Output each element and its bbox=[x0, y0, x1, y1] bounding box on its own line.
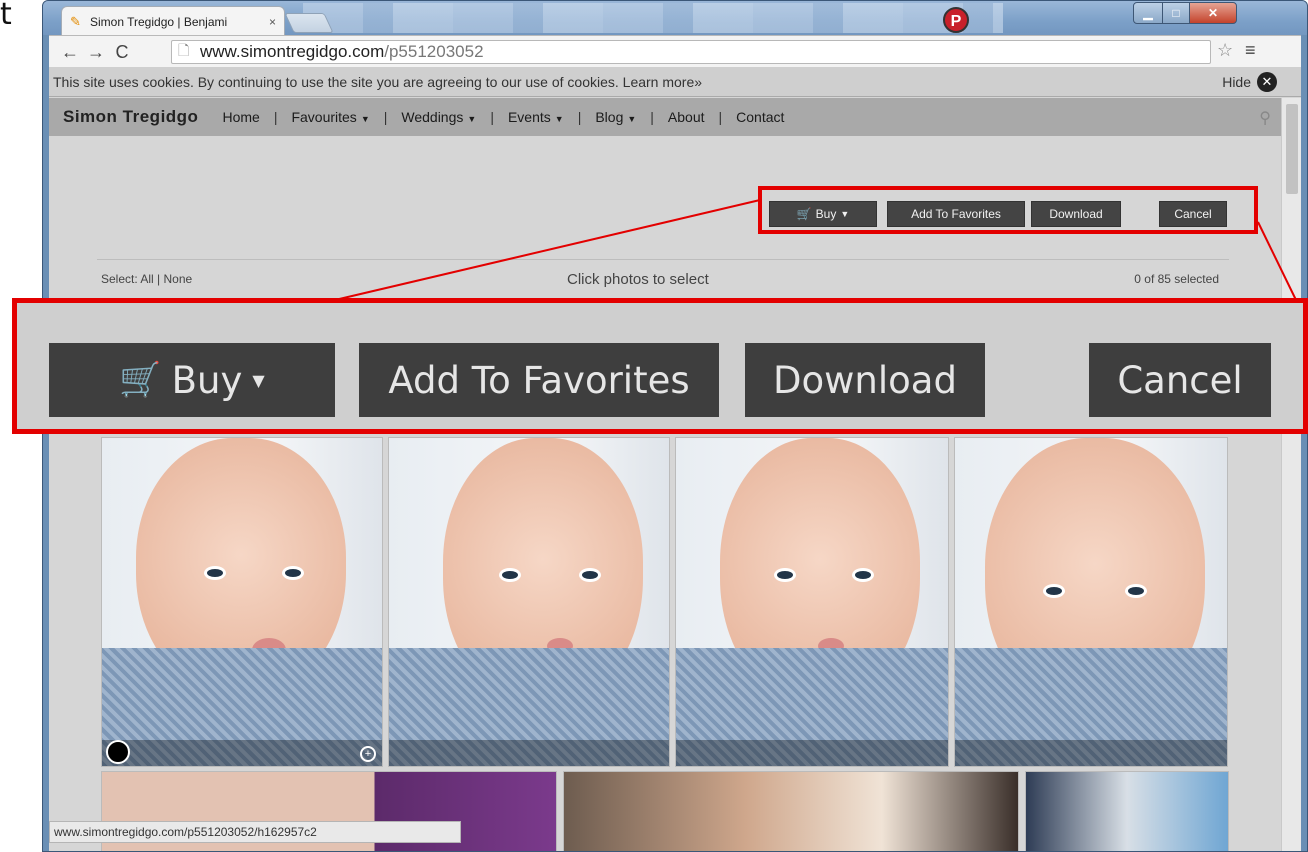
eye bbox=[1125, 584, 1147, 598]
zoomed-download-button: Download bbox=[745, 343, 985, 417]
bookmark-star-icon[interactable]: ☆ bbox=[1217, 40, 1233, 61]
site-brand[interactable]: Simon Tregidgo bbox=[63, 107, 198, 127]
nav-weddings-label: Weddings bbox=[401, 109, 464, 125]
nav-favourites-label: Favourites bbox=[291, 109, 357, 125]
nav-separator: | bbox=[577, 109, 582, 125]
reload-icon[interactable]: C bbox=[109, 36, 135, 68]
hide-label: Hide bbox=[1222, 74, 1251, 90]
select-all-none[interactable]: Select: All | None bbox=[101, 272, 192, 286]
nav-separator: | bbox=[273, 109, 278, 125]
nav-home[interactable]: Home bbox=[218, 109, 263, 125]
browser-tab[interactable]: ✎ Simon Tregidgo | Benjami × bbox=[61, 6, 285, 36]
zoomed-buy-label: Buy bbox=[171, 358, 243, 402]
cart-icon: 🛒 bbox=[119, 360, 162, 400]
page-viewport: This site uses cookies. By continuing to… bbox=[49, 67, 1301, 851]
title-bar: ✎ Simon Tregidgo | Benjami × P ▁ □ ✕ bbox=[43, 1, 1307, 36]
photo-thumbnail[interactable]: + bbox=[101, 437, 383, 767]
url-path: /p551203052 bbox=[384, 42, 484, 61]
maximize-button[interactable]: □ bbox=[1162, 2, 1190, 24]
browser-toolbar: ← → C 🗋 www.simontregidgo.com/p551203052… bbox=[49, 35, 1301, 67]
back-arrow-icon[interactable]: ← bbox=[57, 36, 83, 68]
nav-blog[interactable]: Blog ▼ bbox=[591, 109, 640, 125]
zoomed-cancel-button: Cancel bbox=[1089, 343, 1271, 417]
photo-overlay bbox=[955, 740, 1227, 766]
tab-close-icon[interactable]: × bbox=[269, 15, 276, 29]
eye bbox=[282, 566, 304, 580]
address-bar[interactable]: 🗋 www.simontregidgo.com/p551203052 bbox=[171, 40, 1211, 64]
nav-separator: | bbox=[383, 109, 388, 125]
caret-down-icon: ▼ bbox=[360, 114, 370, 124]
page-scrollbar[interactable] bbox=[1281, 98, 1301, 851]
nav-blog-label: Blog bbox=[595, 109, 624, 125]
photo-thumbnail[interactable] bbox=[1025, 771, 1229, 851]
photo-thumbnail[interactable] bbox=[954, 437, 1228, 767]
caret-down-icon: ▼ bbox=[554, 114, 564, 124]
eye bbox=[1043, 584, 1065, 598]
cookie-text: This site uses cookies. By continuing to… bbox=[53, 73, 703, 90]
select-circle-icon[interactable] bbox=[106, 740, 130, 764]
url-host: www.simontregidgo.com bbox=[200, 42, 385, 61]
zoomed-callout: 🛒 Buy ▼ Add To Favorites Download Cancel bbox=[12, 298, 1308, 434]
eye bbox=[204, 566, 226, 580]
nav-events-label: Events bbox=[507, 109, 551, 125]
eye bbox=[499, 568, 521, 582]
status-url: www.simontregidgo.com/p551203052/h162957… bbox=[49, 821, 461, 843]
caret-down-icon: ▼ bbox=[252, 370, 265, 390]
photo-overlay bbox=[389, 740, 669, 766]
zoomed-favorites-button: Add To Favorites bbox=[359, 343, 719, 417]
nav-separator: | bbox=[490, 109, 494, 125]
hide-cookie-button[interactable]: Hide ✕ bbox=[1222, 72, 1277, 92]
selection-bar: Select: All | None Click photos to selec… bbox=[97, 259, 1229, 299]
hamburger-menu-icon[interactable]: ≡ bbox=[1245, 40, 1256, 61]
photo-thumbnail[interactable] bbox=[388, 437, 670, 767]
blurred-background bbox=[303, 3, 1003, 33]
photo-overlay bbox=[676, 740, 948, 766]
highlight-box-small bbox=[758, 186, 1258, 234]
photo-overlay bbox=[102, 740, 382, 766]
nav-favourites[interactable]: Favourites ▼ bbox=[287, 109, 373, 125]
nav-events[interactable]: Events ▼ bbox=[504, 109, 568, 125]
pinterest-extension-icon[interactable]: P bbox=[943, 7, 969, 33]
cookie-banner: This site uses cookies. By continuing to… bbox=[49, 67, 1301, 97]
photo-thumbnail[interactable] bbox=[563, 771, 1019, 851]
forward-arrow-icon[interactable]: → bbox=[83, 36, 109, 68]
stray-letter: t bbox=[0, 0, 12, 32]
minimize-button[interactable]: ▁ bbox=[1133, 2, 1163, 24]
nav-separator: | bbox=[650, 109, 654, 125]
close-circle-icon: ✕ bbox=[1257, 72, 1277, 92]
zoomed-buy-button: 🛒 Buy ▼ bbox=[49, 343, 335, 417]
search-icon[interactable]: ⚲ bbox=[1259, 108, 1271, 128]
caret-down-icon: ▼ bbox=[627, 114, 637, 124]
close-window-button[interactable]: ✕ bbox=[1189, 2, 1237, 24]
eye bbox=[852, 568, 874, 582]
nav-weddings[interactable]: Weddings ▼ bbox=[397, 109, 480, 125]
tab-title: Simon Tregidgo | Benjami bbox=[90, 14, 228, 29]
site-nav: Simon Tregidgo Home | Favourites ▼ | Wedd… bbox=[49, 98, 1281, 136]
selected-count: 0 of 85 selected bbox=[1134, 272, 1219, 286]
feather-icon: ✎ bbox=[70, 13, 81, 29]
zoom-plus-icon[interactable]: + bbox=[360, 746, 376, 762]
nav-separator: | bbox=[718, 109, 723, 125]
select-hint: Click photos to select bbox=[567, 270, 709, 288]
nav-contact[interactable]: Contact bbox=[732, 109, 788, 125]
caret-down-icon: ▼ bbox=[467, 114, 477, 124]
eye bbox=[579, 568, 601, 582]
eye bbox=[774, 568, 796, 582]
scrollbar-thumb[interactable] bbox=[1286, 104, 1298, 194]
page-icon: 🗋 bbox=[178, 42, 190, 58]
photo-thumbnail[interactable] bbox=[675, 437, 949, 767]
nav-about[interactable]: About bbox=[664, 109, 709, 125]
